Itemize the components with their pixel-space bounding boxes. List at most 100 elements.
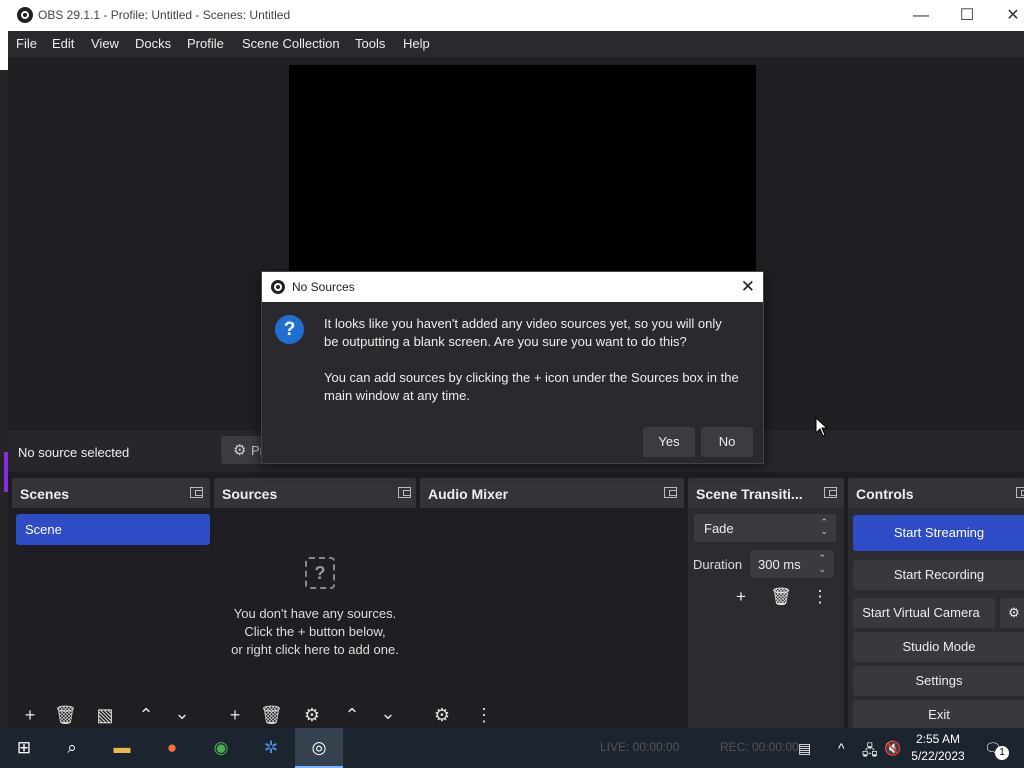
app-icon[interactable]: ✲ (259, 736, 283, 760)
start-virtual-camera-button[interactable]: Start Virtual Camera (853, 598, 995, 628)
move-source-down-button[interactable]: ⌄ (377, 702, 399, 724)
controls-dock-title: Controls (856, 486, 914, 502)
move-scene-up-button[interactable]: ⌃ (135, 704, 157, 726)
file-explorer-icon[interactable]: ▬ (110, 736, 134, 760)
sources-empty-line: or right click here to add one. (231, 642, 399, 657)
settings-button[interactable]: Settings (853, 666, 1024, 696)
menu-file[interactable]: File (16, 36, 37, 51)
dialog-message-line: You can add sources by clicking the + ic… (324, 370, 739, 385)
question-mark-icon: ? (305, 557, 335, 589)
remove-transition-button[interactable]: 🗑 (766, 584, 796, 610)
mouse-cursor-icon (815, 417, 829, 437)
obs-icon: ◎ (311, 738, 327, 757)
obs-taskbar-button[interactable]: ◎ (295, 728, 343, 768)
start-streaming-button[interactable]: Start Streaming (853, 515, 1024, 551)
start-recording-button[interactable]: Start Recording (853, 560, 1024, 590)
no-source-label: No source selected (18, 445, 130, 460)
remove-scene-button[interactable]: 🗑 (54, 704, 77, 726)
dialog-title-bar[interactable]: No Sources ✕ (262, 272, 763, 302)
transition-select[interactable]: Fade ⌃ ⌄ (694, 514, 836, 542)
yes-button[interactable]: Yes (643, 427, 695, 457)
question-icon: ? (275, 315, 304, 344)
exit-button[interactable]: Exit (853, 700, 1024, 730)
duration-label: Duration (693, 557, 743, 572)
windows-start-icon[interactable]: ⊞ (12, 736, 36, 760)
sources-dock: Sources ? You don't have any sources. Cl… (214, 478, 416, 730)
dialog-message-line: main window at any time. (324, 388, 470, 403)
virtual-camera-settings-button[interactable]: ⚙ (1000, 598, 1024, 628)
add-scene-button[interactable]: + (19, 704, 41, 726)
menu-edit[interactable]: Edit (52, 36, 74, 51)
transition-menu-button[interactable]: ⋮ (805, 584, 835, 610)
source-properties-button[interactable]: ⚙ (301, 704, 323, 726)
scenes-list[interactable]: Scene (12, 508, 210, 730)
menu-docks[interactable]: Docks (135, 36, 171, 51)
close-button[interactable]: ✕ (990, 0, 1024, 31)
menu-profile[interactable]: Profile (187, 36, 224, 51)
undock-icon[interactable] (1016, 487, 1024, 498)
live-status-ghost: LIVE: 00:00:00 (600, 740, 680, 754)
add-source-button[interactable]: + (224, 704, 246, 726)
audio-mixer-dock: Audio Mixer ⚙ ⋮ (420, 478, 684, 730)
undock-icon[interactable] (824, 487, 837, 498)
chevron-up-down-icon: ⌃ ⌄ (820, 517, 828, 536)
clock-date: 5/22/2023 (911, 749, 965, 763)
chrome-icon[interactable]: ◉ (209, 736, 233, 760)
rec-status-ghost: REC: 00:00:00 (720, 740, 799, 754)
scene-item-label: Scene (25, 522, 62, 537)
scene-filters-button[interactable]: ▧ (94, 704, 116, 726)
volume-muted-icon[interactable]: 🔇 (884, 740, 901, 757)
menu-help[interactable]: Help (403, 36, 430, 51)
remove-source-button[interactable]: 🗑 (260, 704, 283, 726)
advanced-audio-properties-button[interactable]: ⚙ (431, 704, 453, 726)
minimize-button[interactable]: — (898, 0, 944, 31)
dialog-title: No Sources (292, 280, 355, 294)
news-icon[interactable]: ▤ (798, 740, 811, 757)
sources-dock-title: Sources (222, 486, 278, 502)
undock-icon[interactable] (664, 487, 677, 498)
clock[interactable]: 2:55 AM 5/22/2023 (906, 731, 970, 765)
scene-list-item[interactable]: Scene (16, 514, 210, 545)
scenes-dock-header: Scenes (12, 478, 210, 508)
audio-menu-button[interactable]: ⋮ (473, 704, 495, 726)
duration-spinbox[interactable]: 300 ms ⌃ ⌄ (750, 550, 834, 578)
maximize-button[interactable]: ☐ (944, 0, 990, 31)
scene-transitions-dock: Scene Transiti... Fade ⌃ ⌄ Duration 300 m… (688, 478, 844, 730)
move-scene-down-button[interactable]: ⌄ (171, 702, 193, 724)
no-sources-dialog: No Sources ✕ ? It looks like you haven't… (261, 271, 764, 464)
window-title-bar[interactable]: OBS 29.1.1 - Profile: Untitled - Scenes:… (8, 0, 1024, 31)
undock-icon[interactable] (190, 487, 203, 498)
scene-transitions-dock-header: Scene Transiti... (688, 478, 844, 508)
undock-icon[interactable] (398, 487, 411, 498)
obs-app-icon (17, 7, 33, 23)
audio-mixer-dock-title: Audio Mixer (428, 486, 509, 502)
menu-scene-collection[interactable]: Scene Collection (242, 36, 340, 51)
audio-mixer-body (420, 508, 684, 730)
dialog-message-line: It looks like you haven't added any vide… (324, 316, 722, 331)
gear-icon: ⚙ (233, 442, 247, 459)
add-transition-button[interactable]: + (726, 584, 756, 610)
controls-dock-header: Controls (848, 478, 1024, 508)
sources-list[interactable]: ? You don't have any sources. Click the … (214, 508, 416, 730)
firefox-icon[interactable]: ● (160, 736, 184, 760)
studio-mode-button[interactable]: Studio Mode (853, 632, 1024, 662)
no-button[interactable]: No (701, 427, 753, 457)
chevron-up-icon[interactable]: ^ (838, 740, 845, 756)
obs-app-icon (271, 280, 285, 294)
sources-dock-header: Sources (214, 478, 416, 508)
gear-icon: ⚙ (1008, 605, 1020, 620)
search-icon[interactable]: ⌕ (60, 736, 84, 760)
spin-arrows-icon[interactable]: ⌃ ⌄ (818, 553, 826, 575)
menu-tools[interactable]: Tools (355, 36, 385, 51)
network-icon[interactable]: 🖧 (862, 740, 878, 764)
sources-empty-line: You don't have any sources. (233, 606, 397, 621)
desktop-edge (0, 0, 8, 730)
move-source-up-button[interactable]: ⌃ (341, 704, 363, 726)
notification-count: 1 (995, 746, 1009, 760)
sources-empty-text: You don't have any sources. Click the + … (214, 605, 416, 659)
menu-view[interactable]: View (91, 36, 119, 51)
audio-mixer-dock-header: Audio Mixer (420, 478, 684, 508)
menu-bar: File Edit View Docks Profile Scene Colle… (8, 31, 1024, 57)
controls-dock: Controls Start Streaming Start Recording… (848, 478, 1024, 730)
dialog-close-icon[interactable]: ✕ (741, 277, 755, 297)
